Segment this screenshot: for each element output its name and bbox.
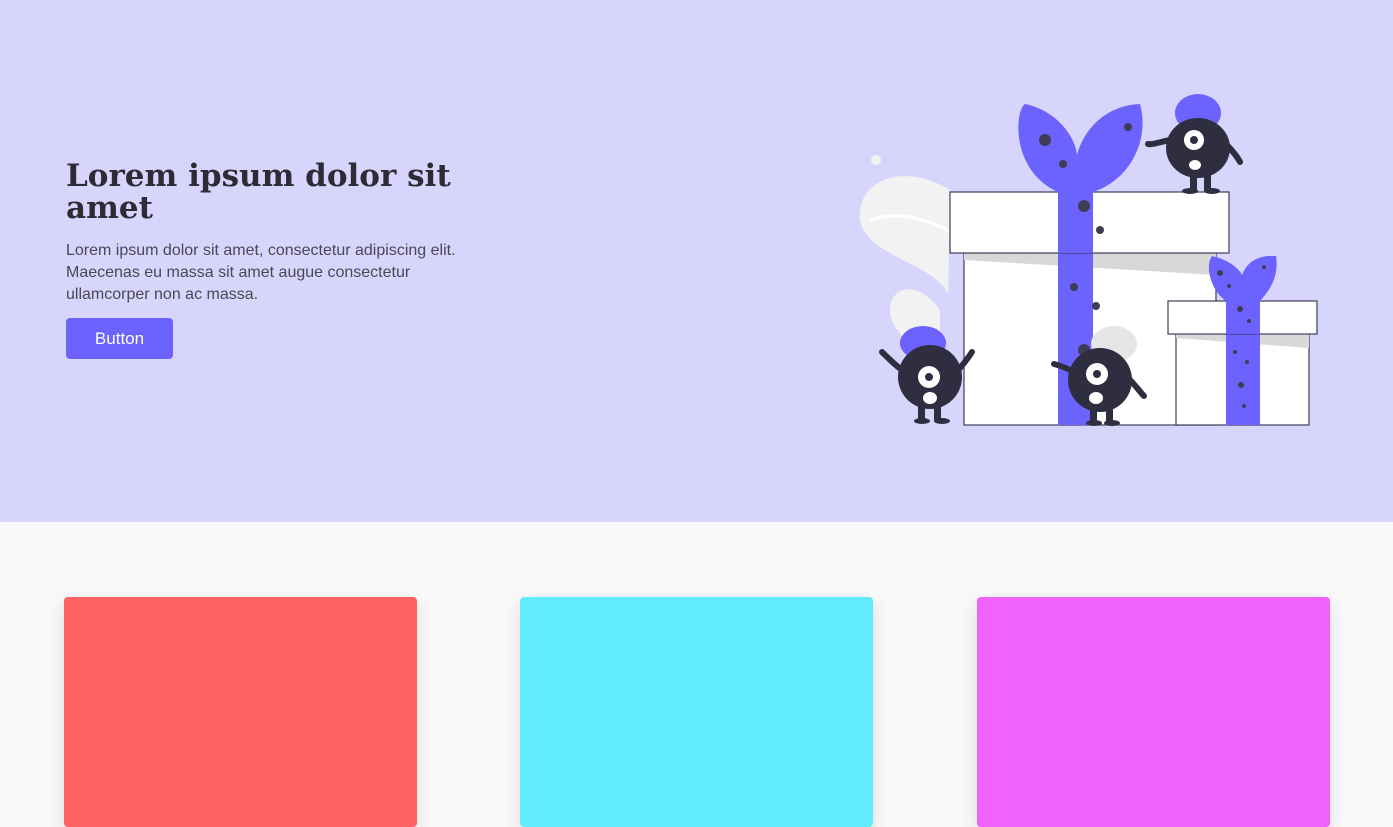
swoosh-decoration <box>859 155 951 350</box>
monster-top-right <box>1145 94 1243 194</box>
monster-bottom-left <box>879 326 975 424</box>
hero-title: Lorem ipsum dolor sit amet <box>66 158 451 226</box>
card-red[interactable] <box>64 597 417 827</box>
card-cyan[interactable] <box>520 597 873 827</box>
gift-boxes-illustration <box>859 94 1318 426</box>
card-magenta[interactable] <box>977 597 1330 827</box>
hero-button[interactable]: Button <box>66 318 173 359</box>
hero-description: Lorem ipsum dolor sit amet, consectetur … <box>66 242 456 303</box>
hero-section: Lorem ipsum dolor sit amet Lorem ipsum d… <box>0 0 1393 522</box>
cards-section <box>0 522 1393 827</box>
hero-text-block: Lorem ipsum dolor sit amet Lorem ipsum d… <box>66 160 486 359</box>
